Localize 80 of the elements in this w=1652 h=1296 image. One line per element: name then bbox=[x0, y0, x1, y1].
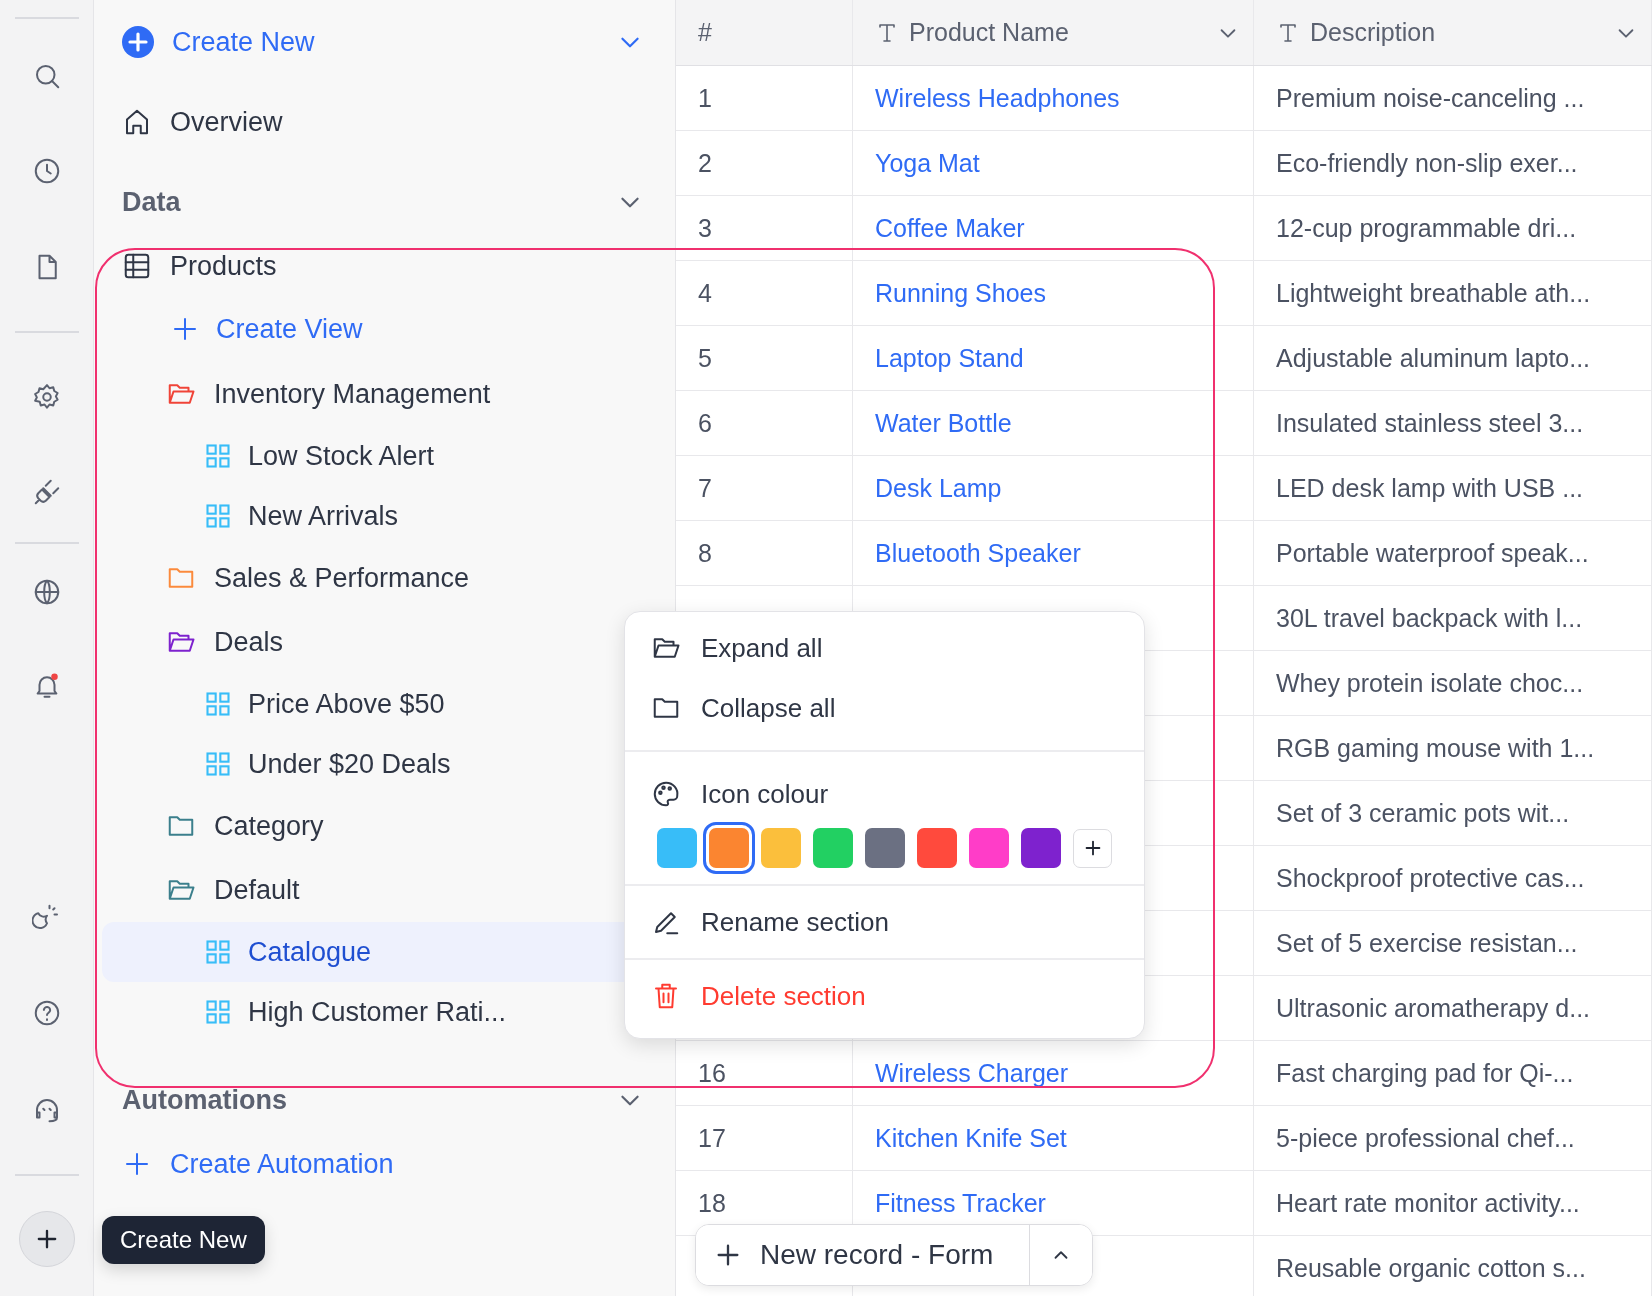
table-cell: Insulated stainless steel 3... bbox=[1276, 408, 1584, 438]
palette-icon bbox=[651, 779, 681, 809]
row-number: 6 bbox=[698, 408, 712, 438]
tooltip: Create New bbox=[102, 1216, 265, 1264]
folder-item[interactable]: Category bbox=[214, 810, 324, 842]
product-link[interactable]: Wireless Charger bbox=[875, 1058, 1069, 1088]
row-number: 17 bbox=[698, 1123, 726, 1153]
row-number: 16 bbox=[698, 1058, 726, 1088]
row-number: 2 bbox=[698, 148, 712, 178]
row-number: 4 bbox=[698, 278, 712, 308]
plus-circle-icon bbox=[122, 26, 154, 58]
product-link[interactable]: Laptop Stand bbox=[875, 343, 1024, 373]
table-cell: Premium noise-canceling ... bbox=[1276, 83, 1585, 113]
folder-item[interactable]: Deals bbox=[214, 626, 284, 658]
color-swatch[interactable] bbox=[917, 828, 957, 868]
product-link[interactable]: Running Shoes bbox=[875, 278, 1046, 308]
create-view-link[interactable]: Create View bbox=[216, 313, 363, 345]
new-record-button[interactable]: New record - Form bbox=[696, 1225, 1030, 1285]
section-title: Data bbox=[122, 186, 181, 218]
section-title: Automations bbox=[122, 1084, 287, 1116]
column-header[interactable]: Product Name bbox=[853, 0, 1254, 65]
product-link[interactable]: Desk Lamp bbox=[875, 473, 1002, 503]
table-cell: 12-cup programmable dri... bbox=[1276, 213, 1577, 243]
grid-icon bbox=[204, 442, 232, 470]
product-link[interactable]: Wireless Headphones bbox=[875, 83, 1120, 113]
grid-icon bbox=[204, 750, 232, 778]
table-cell: Set of 3 ceramic pots wit... bbox=[1276, 798, 1570, 828]
table-cell: Eco-friendly non-slip exer... bbox=[1276, 148, 1578, 178]
grid-icon bbox=[204, 502, 232, 530]
color-swatch[interactable] bbox=[1021, 828, 1061, 868]
color-swatch[interactable] bbox=[865, 828, 905, 868]
menu-item[interactable]: Delete section bbox=[625, 958, 1144, 1032]
table-cell: Set of 5 exercise resistan... bbox=[1276, 928, 1578, 958]
table-cell: Adjustable aluminum lapto... bbox=[1276, 343, 1591, 373]
create-automation-link[interactable]: Create Automation bbox=[170, 1148, 394, 1180]
table-cell: Lightweight breathable ath... bbox=[1276, 278, 1591, 308]
create-new-link[interactable]: Create New bbox=[172, 26, 315, 58]
table-cell: Portable waterproof speak... bbox=[1276, 538, 1589, 568]
overview-link[interactable]: Overview bbox=[170, 106, 283, 138]
product-link[interactable]: Yoga Mat bbox=[875, 148, 980, 178]
table-cell: Heart rate monitor activity... bbox=[1276, 1188, 1580, 1218]
row-number: 8 bbox=[698, 538, 712, 568]
row-number: 3 bbox=[698, 213, 712, 243]
row-number: 18 bbox=[698, 1188, 726, 1218]
product-link[interactable]: Bluetooth Speaker bbox=[875, 538, 1081, 568]
table-cell: Shockproof protective cas... bbox=[1276, 863, 1585, 893]
product-link[interactable]: Fitness Tracker bbox=[875, 1188, 1046, 1218]
table-link[interactable]: Products bbox=[170, 250, 277, 282]
table-cell: Fast charging pad for Qi-... bbox=[1276, 1058, 1574, 1088]
grid-icon bbox=[204, 690, 232, 718]
product-link[interactable]: Coffee Maker bbox=[875, 213, 1025, 243]
color-swatch[interactable] bbox=[969, 828, 1009, 868]
table-cell: LED desk lamp with USB ... bbox=[1276, 473, 1584, 503]
menu-label: Icon colour bbox=[701, 778, 829, 810]
column-header[interactable]: # bbox=[676, 0, 853, 65]
view-item[interactable]: New Arrivals bbox=[102, 486, 651, 546]
row-number: 7 bbox=[698, 473, 712, 503]
grid-icon bbox=[204, 998, 232, 1026]
product-link[interactable]: Kitchen Knife Set bbox=[875, 1123, 1067, 1153]
add-color-button[interactable] bbox=[1073, 828, 1112, 868]
column-header[interactable]: Description bbox=[1254, 0, 1652, 65]
menu-item[interactable]: Rename section bbox=[625, 884, 1144, 958]
table-cell: 30L travel backpack with l... bbox=[1276, 603, 1583, 633]
color-swatch[interactable] bbox=[761, 828, 801, 868]
folder-item[interactable]: Inventory Management bbox=[214, 378, 491, 410]
folder-item[interactable]: Default bbox=[214, 874, 300, 906]
product-link[interactable]: Water Bottle bbox=[875, 408, 1012, 438]
row-number: 1 bbox=[698, 83, 712, 113]
row-number: 5 bbox=[698, 343, 712, 373]
table-cell: Reusable organic cotton s... bbox=[1276, 1253, 1586, 1283]
table-cell: 5-piece professional chef... bbox=[1276, 1123, 1575, 1153]
table-cell: Ultrasonic aromatherapy d... bbox=[1276, 993, 1591, 1023]
folder-item[interactable]: Sales & Performance bbox=[214, 562, 470, 594]
color-swatch[interactable] bbox=[657, 828, 697, 868]
table-cell: Whey protein isolate choc... bbox=[1276, 668, 1584, 698]
color-swatch[interactable] bbox=[813, 828, 853, 868]
table-cell: RGB gaming mouse with 1... bbox=[1276, 733, 1595, 763]
grid-icon bbox=[204, 938, 232, 966]
view-item[interactable]: Low Stock Alert bbox=[102, 426, 651, 486]
table-icon bbox=[122, 251, 152, 281]
